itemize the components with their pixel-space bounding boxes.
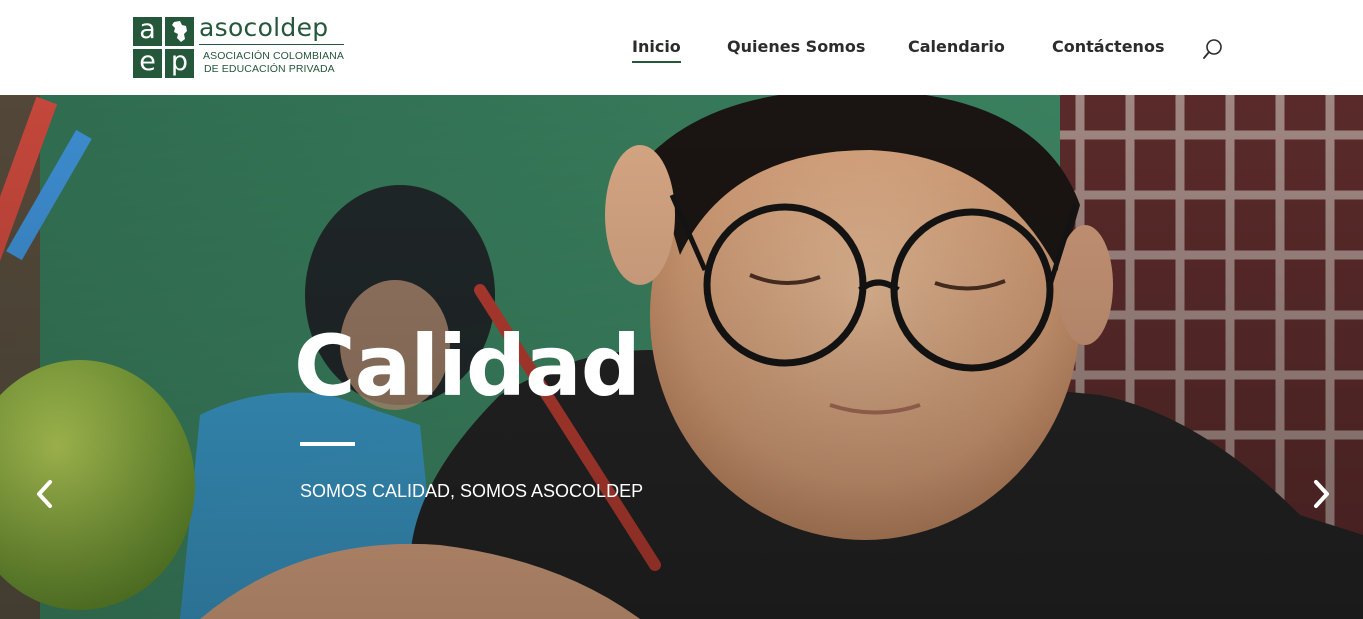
site-logo[interactable]: a e p asocoldep ASOCIACIÓN COLOMBIANA DE…	[133, 13, 348, 79]
nav-item-quienes-somos[interactable]: Quienes Somos	[727, 37, 865, 56]
chevron-left-icon[interactable]	[33, 478, 57, 510]
logo-letter-p: p	[165, 48, 194, 78]
hero-subtitle: SOMOS CALIDAD, SOMOS ASOCOLDEP	[300, 481, 644, 501]
logo-wordmark: asocoldep	[199, 13, 329, 42]
logo-letter-e: e	[133, 48, 162, 78]
logo-mark: a e p	[133, 16, 194, 78]
search-icon[interactable]	[1201, 37, 1225, 61]
hero-image	[0, 95, 1363, 619]
logo-tagline-2: DE EDUCACIÓN PRIVADA	[204, 63, 335, 75]
logo-rule	[199, 44, 344, 45]
logo-tagline-1: ASOCIACIÓN COLOMBIANA	[203, 50, 344, 62]
logo-letter-a: a	[133, 16, 162, 46]
nav-item-contactenos[interactable]: Contáctenos	[1052, 37, 1164, 56]
site-header: a e p asocoldep ASOCIACIÓN COLOMBIANA DE…	[0, 0, 1363, 95]
nav-item-inicio[interactable]: Inicio	[632, 37, 681, 63]
nav-item-calendario[interactable]: Calendario	[908, 37, 1005, 56]
colombia-map-icon	[165, 17, 194, 46]
hero-slider: Calidad SOMOS CALIDAD, SOMOS ASOCOLDEP	[0, 95, 1363, 619]
chevron-right-icon[interactable]	[1309, 478, 1333, 510]
hero-divider	[300, 442, 355, 446]
hero-title: Calidad	[294, 317, 641, 415]
